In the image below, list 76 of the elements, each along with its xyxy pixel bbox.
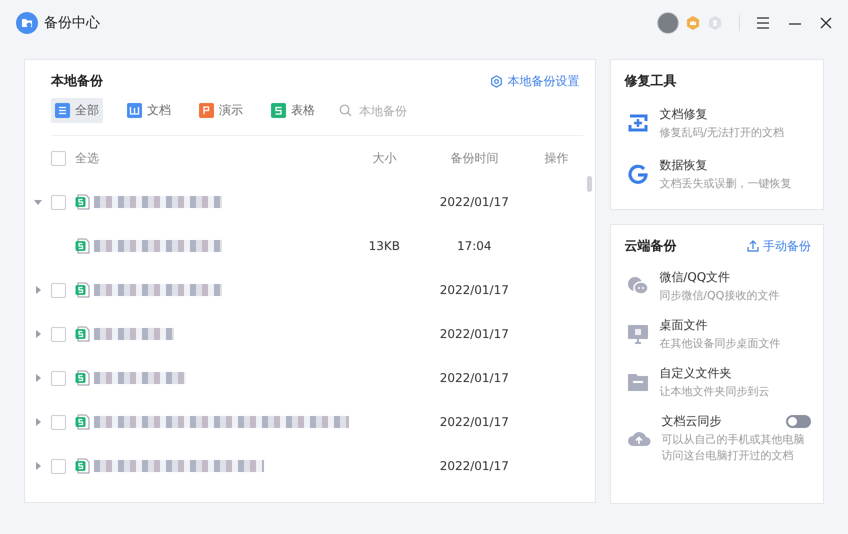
tool-title[interactable]: 数据恢复 bbox=[659, 156, 811, 174]
caret-right-icon[interactable] bbox=[33, 417, 43, 427]
close-icon[interactable] bbox=[820, 16, 832, 28]
panel-title: 本地备份 bbox=[51, 73, 103, 90]
filter-tab[interactable]: 演示 bbox=[195, 98, 247, 123]
column-header: 大小 bbox=[372, 150, 396, 164]
chat-bubble-icon bbox=[627, 276, 650, 296]
avatar-icon[interactable] bbox=[657, 12, 679, 34]
row-checkbox[interactable] bbox=[51, 326, 66, 342]
filter-tab[interactable]: 全部 bbox=[51, 98, 103, 123]
recover-icon bbox=[627, 163, 650, 186]
caret-right-icon[interactable] bbox=[33, 373, 43, 383]
menu-icon[interactable] bbox=[756, 16, 770, 28]
column-header: 操作 bbox=[544, 150, 568, 164]
caret-right-icon[interactable] bbox=[33, 461, 43, 471]
cloud-option-description: 同步微信/QQ接收的文件 bbox=[659, 288, 780, 304]
cloud-option-title[interactable]: 自定义文件夹 bbox=[659, 364, 732, 382]
cloud-option-title[interactable]: 文档云同步 bbox=[661, 412, 722, 430]
spreadsheet-file-icon bbox=[75, 238, 90, 254]
table-cell: 2022/01/17 bbox=[440, 327, 509, 341]
row-checkbox[interactable] bbox=[51, 194, 66, 210]
app-logo-icon bbox=[16, 12, 38, 34]
spreadsheet-file-icon bbox=[75, 458, 90, 474]
cloud-option-title[interactable]: 桌面文件 bbox=[659, 316, 708, 334]
repair-icon bbox=[627, 112, 650, 134]
panel-title: 修复工具 bbox=[624, 73, 676, 90]
caret-down-icon[interactable] bbox=[33, 197, 43, 207]
monitor-icon bbox=[627, 324, 650, 344]
table-cell: 13KB bbox=[368, 239, 400, 253]
settings-icon bbox=[490, 74, 504, 88]
cloud-option-title[interactable]: 微信/QQ文件 bbox=[659, 269, 730, 286]
table-cell: 2022/01/17 bbox=[440, 283, 509, 297]
row-checkbox[interactable] bbox=[51, 282, 66, 298]
tool-description: 修复乱码/无法打开的文档 bbox=[659, 125, 785, 141]
backup-settings-link[interactable]: 本地备份设置 bbox=[490, 72, 580, 90]
file-type-icon bbox=[127, 103, 142, 118]
panel-title: 云端备份 bbox=[624, 238, 676, 255]
search-field[interactable]: 本地备份 bbox=[357, 102, 451, 118]
row-checkbox[interactable] bbox=[51, 370, 66, 386]
table-cell: 2022/01/17 bbox=[440, 459, 509, 473]
caret-right-icon[interactable] bbox=[33, 285, 43, 295]
filter-tab[interactable]: 表格 bbox=[267, 98, 319, 123]
sync-toggle[interactable] bbox=[786, 414, 811, 428]
file-type-icon bbox=[199, 103, 214, 118]
caret-right-icon[interactable] bbox=[33, 329, 43, 339]
window-title: 备份中心 bbox=[44, 14, 100, 32]
column-header: 备份时间 bbox=[450, 150, 498, 164]
upload-icon bbox=[747, 240, 759, 252]
table-cell: 2022/01/17 bbox=[440, 195, 509, 209]
cloud-option-description: 可以从自己的手机或其他电脑访问这台电脑打开过的文档 bbox=[661, 432, 806, 464]
spreadsheet-file-icon bbox=[75, 194, 90, 210]
cloud-option-description: 在其他设备同步桌面文件 bbox=[659, 336, 782, 352]
cloud-upload-icon bbox=[627, 429, 652, 448]
spreadsheet-file-icon bbox=[75, 282, 90, 298]
folder-icon bbox=[627, 372, 650, 392]
file-type-icon bbox=[271, 103, 286, 118]
spreadsheet-file-icon bbox=[75, 326, 90, 342]
select-all-label: 全选 bbox=[75, 150, 99, 166]
table-cell: 2022/01/17 bbox=[440, 415, 509, 429]
table-cell: 17:04 bbox=[456, 239, 492, 253]
crown-badge-icon[interactable] bbox=[685, 14, 701, 30]
search-icon bbox=[339, 104, 352, 117]
select-all-checkbox[interactable] bbox=[51, 150, 66, 166]
manual-backup-link[interactable]: 手动备份 bbox=[747, 238, 811, 254]
table-cell: 2022/01/17 bbox=[440, 371, 509, 385]
spreadsheet-file-icon bbox=[75, 370, 90, 386]
filter-tab[interactable]: 文档 bbox=[123, 98, 175, 123]
cloud-option-description: 让本地文件夹同步到云 bbox=[659, 384, 770, 400]
spreadsheet-file-icon bbox=[75, 414, 90, 430]
tool-title[interactable]: 文档修复 bbox=[659, 106, 811, 123]
tool-description: 文档丢失或误删，一键恢复 bbox=[659, 176, 792, 192]
row-checkbox[interactable] bbox=[51, 414, 66, 430]
scrollbar-thumb[interactable] bbox=[587, 176, 592, 192]
row-checkbox[interactable] bbox=[51, 458, 66, 474]
coin-icon[interactable] bbox=[707, 14, 723, 30]
list-icon bbox=[55, 103, 70, 118]
